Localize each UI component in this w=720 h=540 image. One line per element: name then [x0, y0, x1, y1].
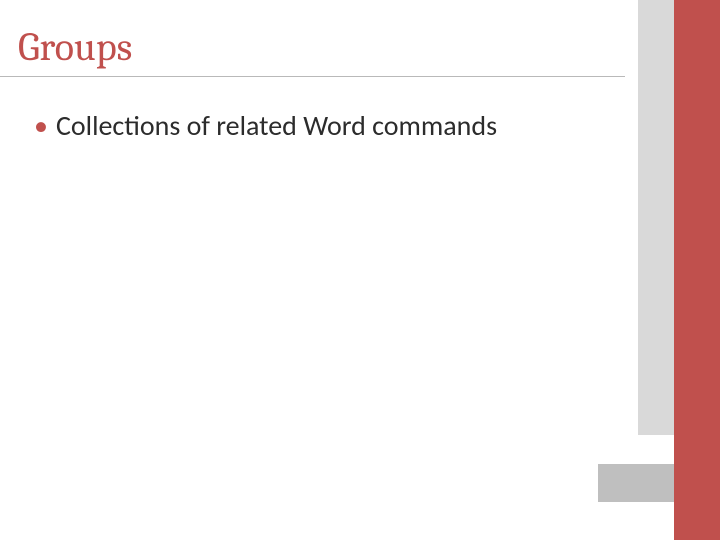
slide: Groups • Collections of related Word com…	[0, 0, 720, 540]
bullet-text: Collections of related Word commands	[56, 108, 594, 143]
title-underline	[0, 76, 625, 77]
slide-title: Groups	[18, 24, 132, 70]
accent-bar-gray-top	[638, 0, 674, 435]
bullet-item: • Collections of related Word commands	[34, 108, 594, 143]
accent-bar-red	[674, 0, 720, 540]
bullet-icon: •	[34, 108, 48, 143]
accent-bar-gray-bottom	[598, 464, 674, 502]
slide-body: • Collections of related Word commands	[34, 108, 594, 143]
